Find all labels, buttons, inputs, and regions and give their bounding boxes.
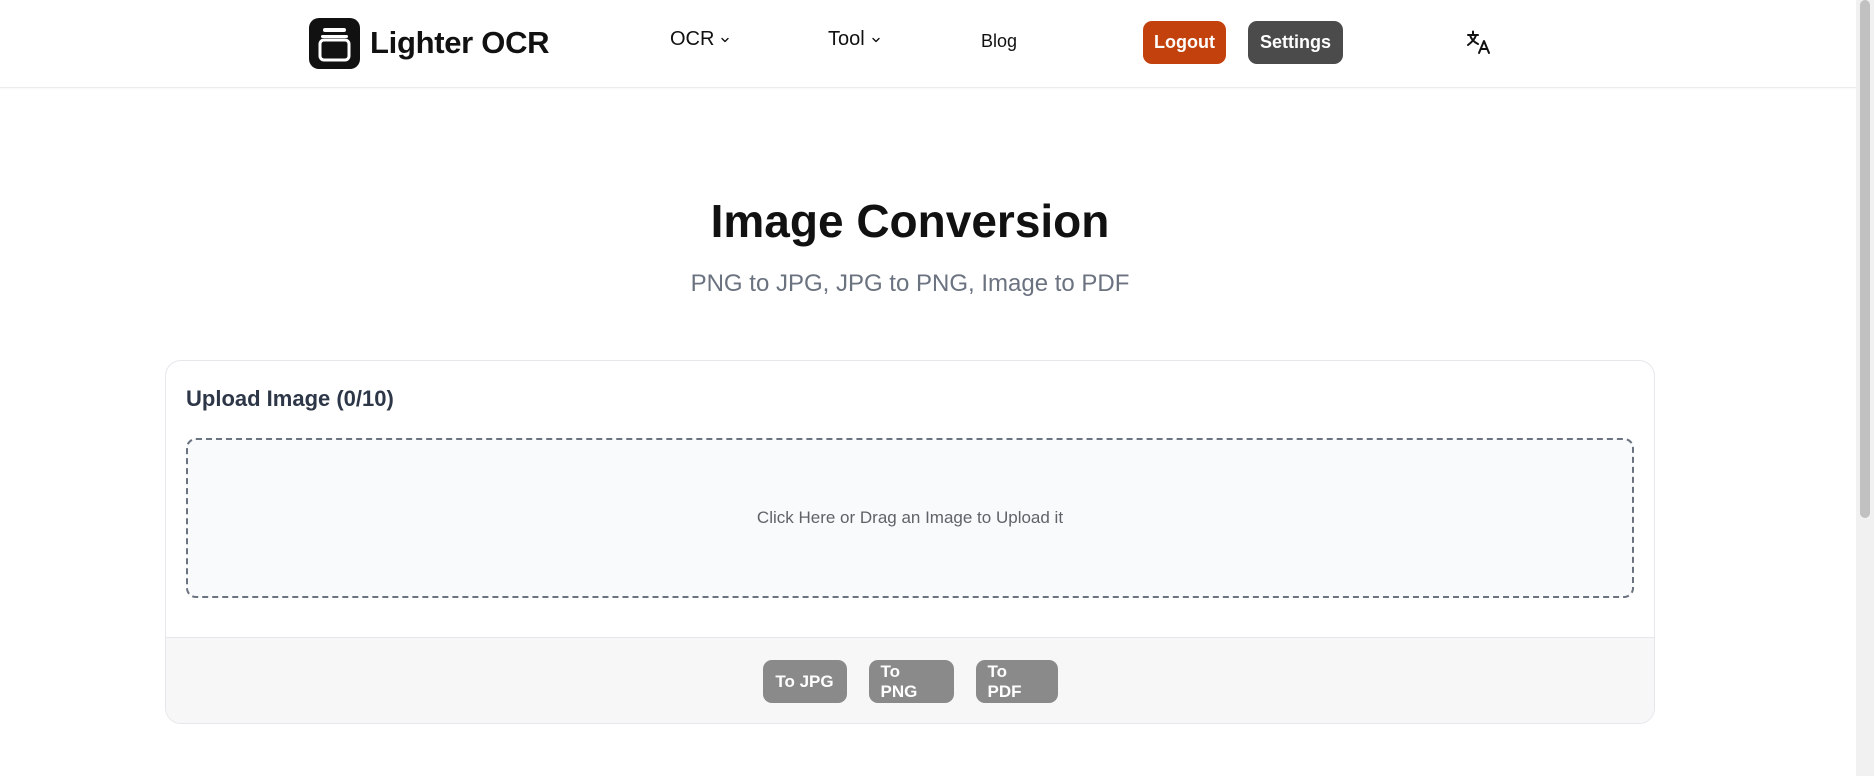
- dropzone-text: Click Here or Drag an Image to Upload it: [756, 508, 1064, 527]
- brand-name: Lighter OCR: [370, 25, 550, 60]
- page-title: Image Conversion: [710, 195, 1110, 247]
- chevron-down-icon: [872, 37, 880, 42]
- chevron-down-icon: [721, 37, 730, 42]
- conversion-actions: To JPG To PNG To PDF: [166, 637, 1654, 723]
- settings-button[interactable]: Settings: [1248, 21, 1343, 64]
- nav-ocr-label: OCR: [670, 28, 715, 50]
- nav-ocr-dropdown[interactable]: OCR: [670, 28, 730, 51]
- nav-blog-label: Blog: [981, 31, 1018, 51]
- translate-icon[interactable]: [1465, 28, 1493, 56]
- nav-tool-dropdown[interactable]: Tool: [828, 28, 881, 51]
- nav-tool-label: Tool: [828, 28, 865, 50]
- nav-blog-link[interactable]: Blog: [981, 31, 1017, 52]
- to-png-button[interactable]: To PNG: [868, 660, 954, 703]
- page-subtitle: PNG to JPG, JPG to PNG, Image to PDF: [690, 270, 1130, 297]
- image-dropzone[interactable]: Click Here or Drag an Image to Upload it: [186, 438, 1634, 598]
- vertical-scrollbar[interactable]: [1856, 0, 1874, 776]
- upload-card: Upload Image (0/10) Click Here or Drag a…: [165, 360, 1655, 724]
- to-jpg-button[interactable]: To JPG: [762, 660, 847, 703]
- scrollbar-thumb[interactable]: [1860, 0, 1870, 518]
- logout-button[interactable]: Logout: [1143, 21, 1226, 64]
- brand-link[interactable]: Lighter OCR: [309, 17, 550, 69]
- jar-icon: [309, 17, 360, 69]
- upload-title: Upload Image (0/10): [186, 386, 394, 411]
- to-pdf-button[interactable]: To PDF: [975, 660, 1058, 703]
- top-nav-bar: Lighter OCR OCR Tool Blog Logout Setting…: [0, 0, 1856, 88]
